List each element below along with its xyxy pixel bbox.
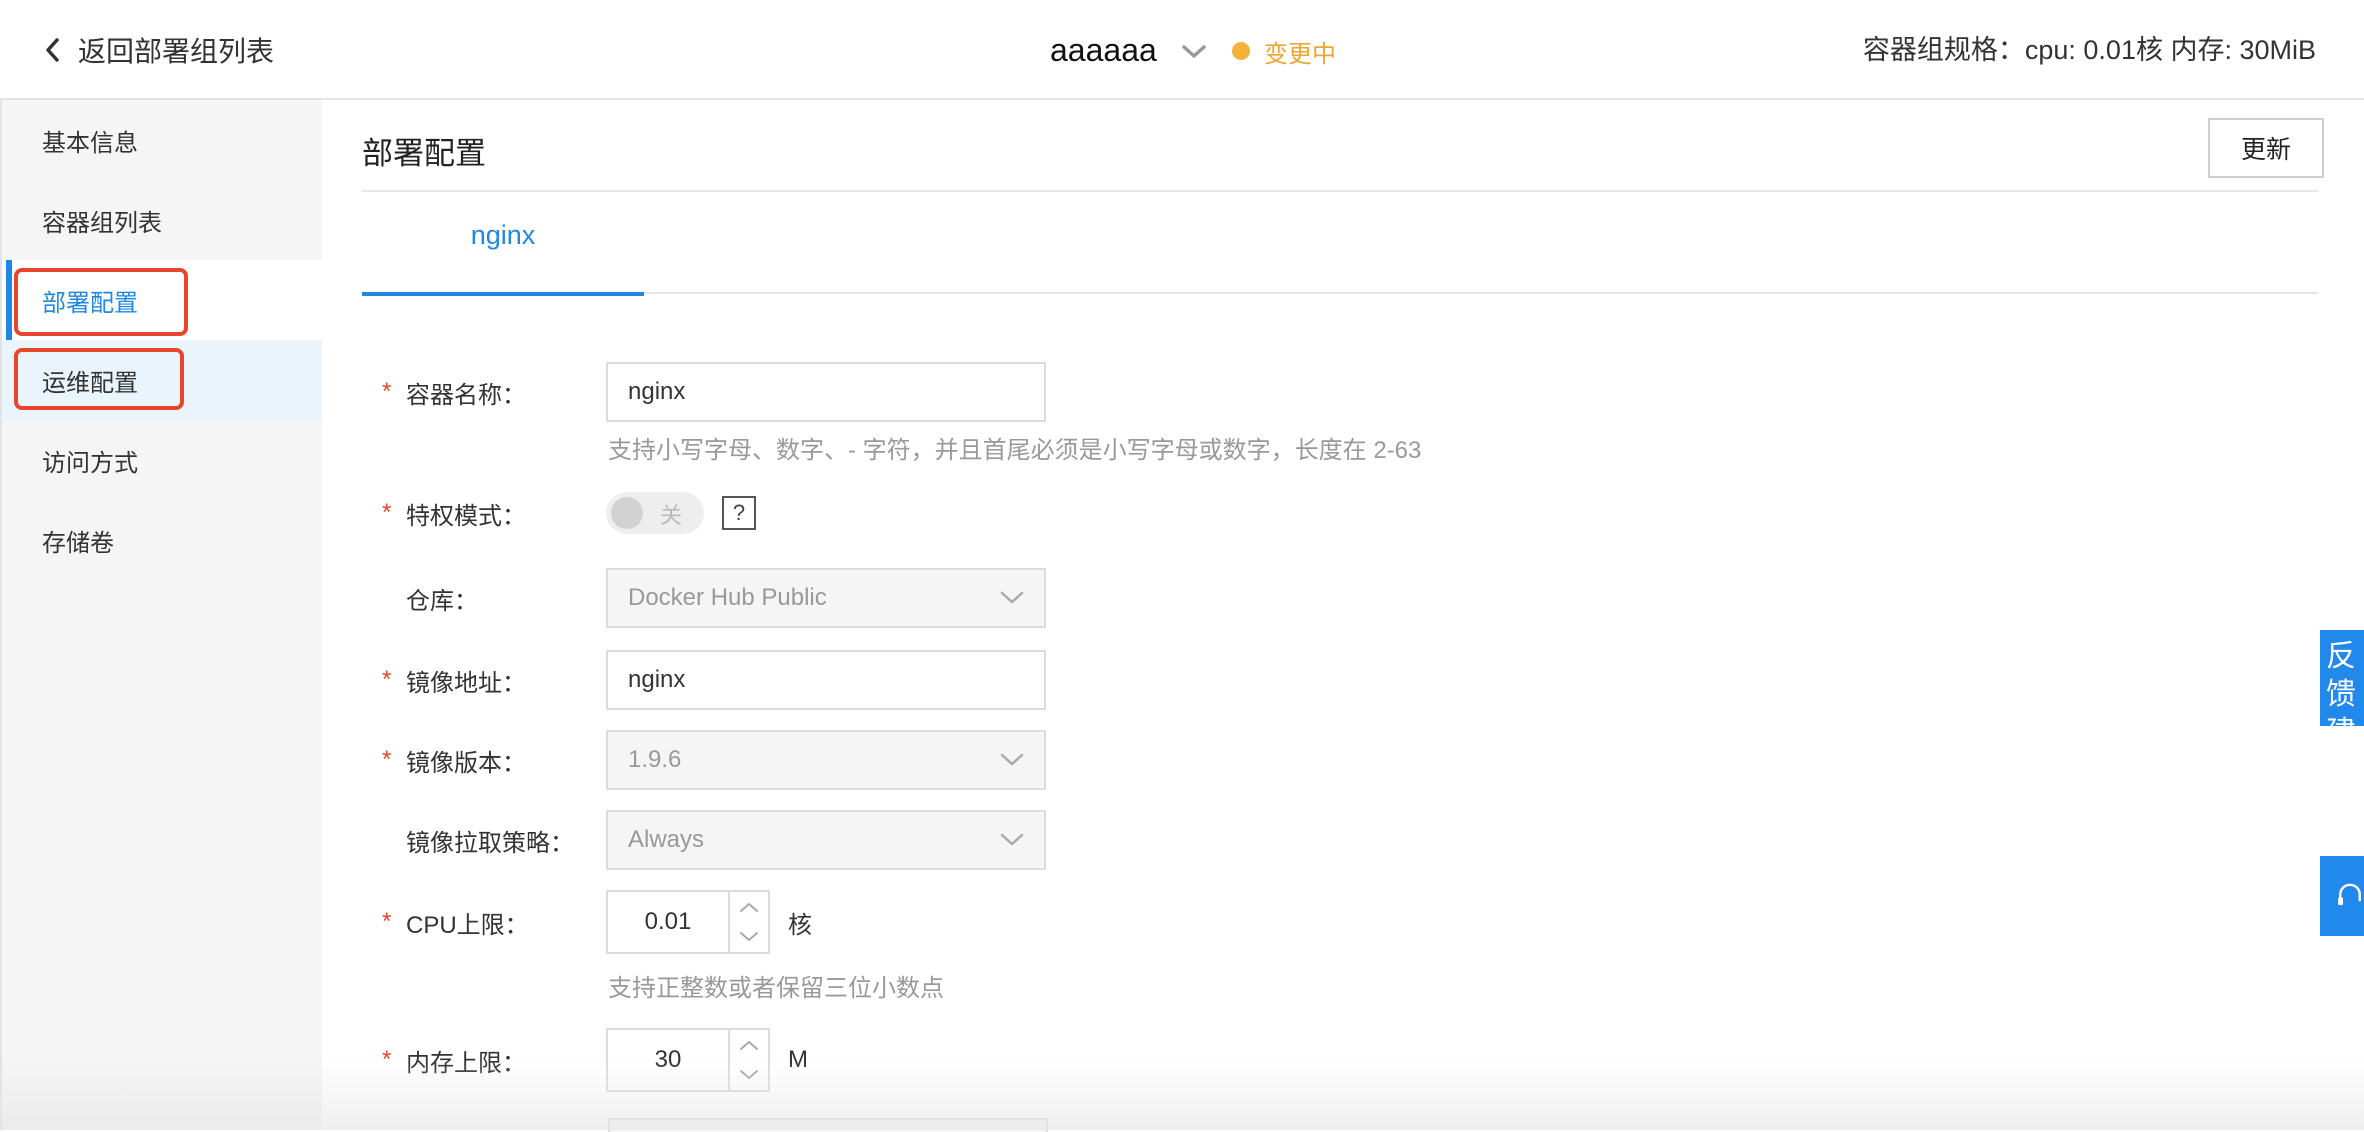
back-link-label: 返回部署组列表 (78, 36, 275, 67)
back-to-list-link[interactable]: 返回部署组列表 (44, 28, 274, 72)
top-header: 返回部署组列表 aaaaaa 变更中 容器组规格：cpu: 0.01核 内存: … (0, 0, 2364, 100)
image-address-input[interactable] (606, 650, 1046, 710)
memory-limit-stepper (606, 1028, 770, 1092)
stepper-arrows (728, 892, 768, 952)
chevron-up-icon (740, 903, 758, 912)
repository-label: 仓库： (406, 587, 478, 615)
required-mark: * (382, 908, 392, 935)
form-label: * 镜像地址： (382, 663, 606, 698)
chevron-down-icon (1000, 833, 1024, 846)
cpu-limit-input[interactable] (608, 892, 728, 952)
tab-nginx[interactable]: nginx (362, 220, 644, 296)
pull-policy-select[interactable]: Always (606, 810, 1046, 870)
cpu-unit: 核 (788, 911, 812, 939)
chevron-down-icon (1000, 753, 1024, 766)
sidebar: 基本信息 容器组列表 部署配置 运维配置 访问方式 存储卷 (0, 100, 322, 1130)
sidebar-item-label: 访问方式 (42, 449, 138, 477)
toggle-knob (611, 497, 643, 529)
form-row-pull-policy: 镜像拉取策略： Always (382, 810, 1046, 870)
cpu-limit-label: CPU上限： (406, 911, 529, 939)
update-button[interactable]: 更新 (2208, 118, 2324, 178)
cpu-limit-hint: 支持正整数或者保留三位小数点 (608, 975, 944, 1002)
status-dot-icon (1232, 42, 1250, 60)
chevron-down-icon (1000, 591, 1024, 604)
form-row-repository: 仓库： Docker Hub Public (382, 568, 1046, 628)
stepper-arrows (728, 1030, 768, 1090)
memory-increment-button[interactable] (730, 1030, 768, 1060)
chevron-down-icon (1182, 45, 1206, 58)
cpu-limit-stepper (606, 890, 770, 954)
repository-select[interactable]: Docker Hub Public (606, 568, 1046, 628)
sidebar-item-access-method[interactable]: 访问方式 (2, 420, 322, 500)
memory-decrement-button[interactable] (730, 1060, 768, 1090)
image-version-value: 1.9.6 (628, 746, 682, 773)
form-label: * 内存上限： (382, 1043, 606, 1078)
form-label: 仓库： (382, 581, 606, 616)
form-row-cpu-limit: * CPU上限： 核 (382, 890, 812, 954)
required-mark: * (382, 666, 392, 693)
cpu-increment-button[interactable] (730, 892, 768, 922)
privileged-label: 特权模式： (406, 502, 526, 530)
cpu-decrement-button[interactable] (730, 922, 768, 952)
status-text: 变更中 (1264, 40, 1336, 68)
image-version-select[interactable]: 1.9.6 (606, 730, 1046, 790)
divider (362, 190, 2318, 192)
memory-limit-input[interactable] (608, 1030, 728, 1090)
sidebar-item-label: 基本信息 (42, 129, 138, 157)
sidebar-item-label: 运维配置 (42, 369, 138, 397)
form-label: * CPU上限： (382, 905, 606, 940)
support-float-button[interactable] (2320, 856, 2364, 936)
form-label: * 镜像版本： (382, 743, 606, 778)
pod-spec-text: 容器组规格：cpu: 0.01核 内存: 30MiB (1862, 35, 2316, 65)
required-mark: * (382, 746, 392, 773)
toggle-state-text: 关 (660, 503, 683, 528)
sidebar-item-pod-list[interactable]: 容器组列表 (2, 180, 322, 260)
required-mark: * (382, 378, 392, 405)
container-name-label: 容器名称： (406, 381, 526, 409)
form-label: 镜像拉取策略： (382, 823, 606, 858)
pull-policy-value: Always (628, 826, 705, 853)
required-mark: * (382, 499, 392, 526)
form-row-privileged: * 特权模式： 关 ? (382, 492, 756, 534)
form-row-image-version: * 镜像版本： 1.9.6 (382, 730, 1046, 790)
chevron-up-icon (740, 1041, 758, 1050)
chevron-down-icon (740, 1070, 758, 1079)
sidebar-item-storage-volume[interactable]: 存储卷 (2, 500, 322, 580)
required-mark: * (382, 1046, 392, 1073)
pull-policy-label: 镜像拉取策略： (406, 829, 574, 857)
chevron-left-icon (46, 38, 59, 62)
sidebar-item-label: 部署配置 (42, 289, 138, 317)
sidebar-item-deploy-config[interactable]: 部署配置 (2, 260, 322, 340)
sidebar-item-label: 容器组列表 (42, 209, 162, 237)
form-row-container-name: * 容器名称： (382, 362, 1046, 422)
sidebar-item-label: 存储卷 (42, 529, 114, 557)
container-name-hint: 支持小写字母、数字、- 字符，并且首尾必须是小写字母或数字，长度在 2-63 (608, 437, 1422, 464)
form-label: * 特权模式： (382, 496, 606, 531)
chevron-down-icon (740, 932, 758, 941)
app-name: aaaaaa (1050, 31, 1157, 68)
feedback-float-button[interactable]: 反馈建议 (2320, 630, 2364, 726)
container-name-input[interactable] (606, 362, 1046, 422)
repository-value: Docker Hub Public (628, 584, 827, 611)
feedback-text: 反馈建议 (2326, 640, 2356, 726)
sidebar-item-ops-config[interactable]: 运维配置 (2, 340, 322, 420)
memory-limit-label: 内存上限： (406, 1049, 526, 1077)
sidebar-item-basic-info[interactable]: 基本信息 (2, 100, 322, 180)
image-version-label: 镜像版本： (406, 749, 526, 777)
headset-icon (2338, 883, 2362, 906)
image-address-label: 镜像地址： (406, 669, 526, 697)
form-label: * 容器名称： (382, 375, 606, 410)
memory-unit: M (788, 1046, 808, 1073)
tab-bar (362, 292, 2318, 294)
app-switcher[interactable]: aaaaaa (1050, 26, 1207, 74)
help-icon[interactable]: ? (722, 496, 756, 530)
main-content: 部署配置 更新 nginx * 容器名称： 支持小写字母、数字、- 字符，并且首… (322, 100, 2364, 1130)
status-badge: 变更中 (1232, 34, 1336, 68)
page-title: 部署配置 (362, 136, 486, 171)
form-row-memory-limit: * 内存上限： M (382, 1028, 808, 1092)
form-row-image-address: * 镜像地址： (382, 650, 1046, 710)
privileged-toggle[interactable]: 关 (606, 492, 704, 534)
tab-label: nginx (470, 220, 536, 250)
